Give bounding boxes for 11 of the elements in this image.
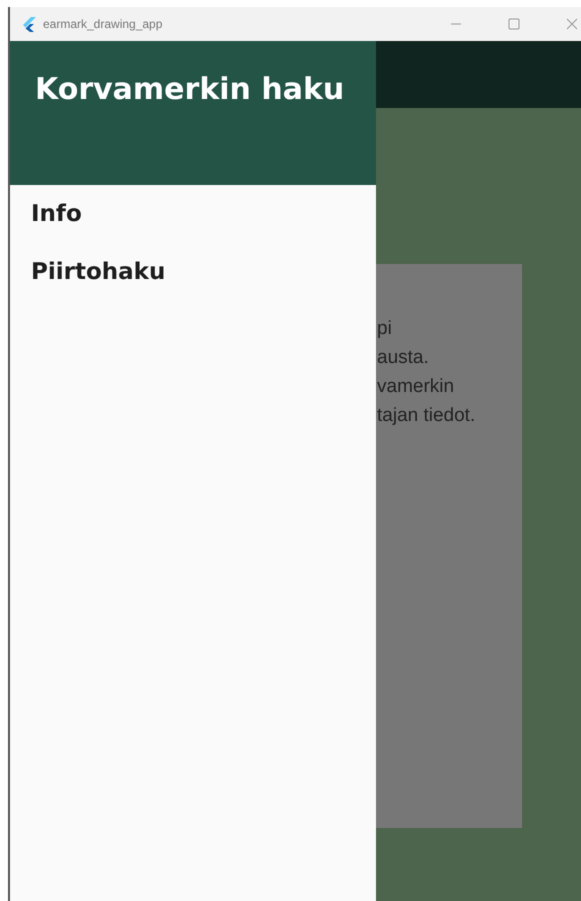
app-logo-icon: [21, 16, 37, 32]
maximize-icon[interactable]: [508, 18, 520, 30]
drawer-item[interactable]: Info: [31, 195, 82, 233]
drawer-item[interactable]: Piirtohaku: [31, 253, 166, 291]
card-text-line: vamerkin: [376, 375, 454, 399]
card-text-line: austa.: [376, 346, 429, 370]
close-icon[interactable]: [566, 18, 578, 30]
card-text-line: pi: [376, 317, 392, 341]
card-text-line: tajan tiedot.: [376, 404, 476, 428]
drawer-title: Korvamerkin haku: [35, 71, 346, 109]
window-title: earmark_drawing_app: [43, 17, 162, 31]
